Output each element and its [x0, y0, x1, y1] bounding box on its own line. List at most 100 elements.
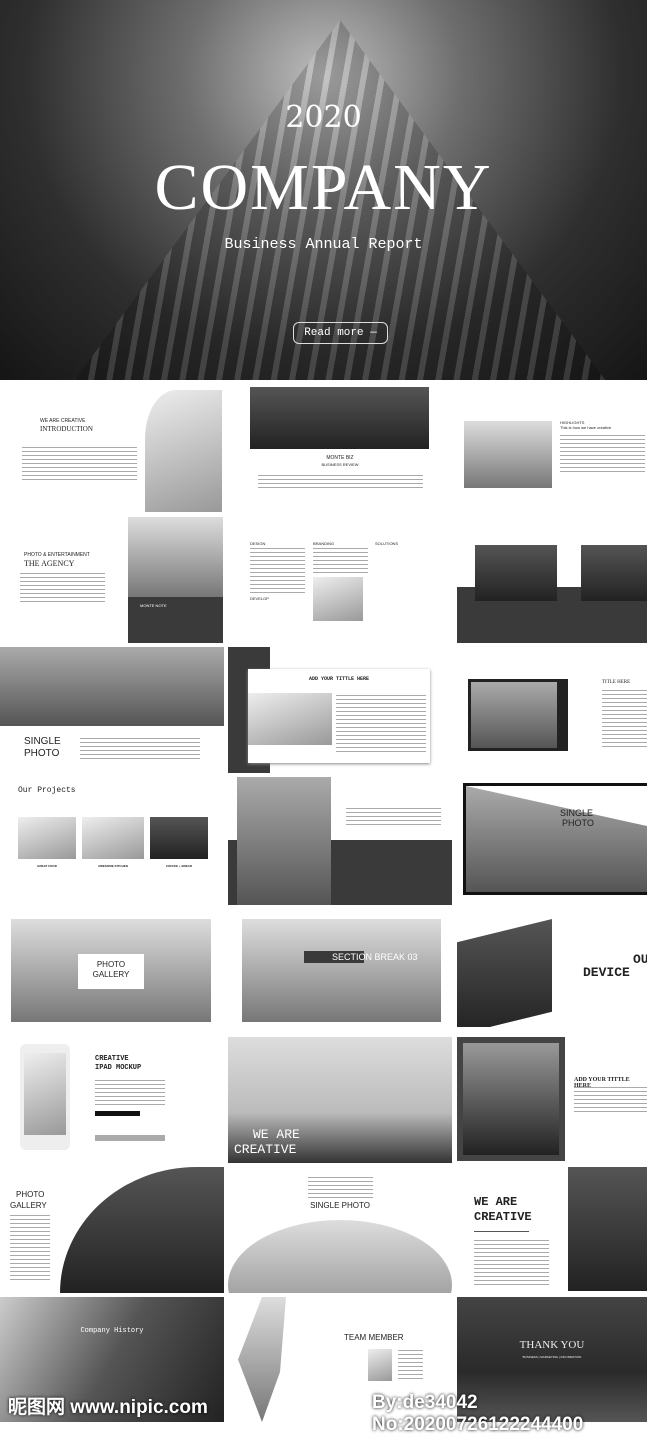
slide-single-photo-2[interactable]: SINGLE PHOTO — [457, 775, 647, 905]
slide-services[interactable]: DESIGN BRANDING SOLUTIONS DEVELOP — [228, 515, 452, 643]
panel — [95, 1111, 140, 1116]
body-text-block — [313, 548, 368, 573]
panel — [95, 1135, 165, 1141]
slide-title: WE ARE — [253, 1127, 300, 1142]
project-photo — [150, 817, 208, 859]
body-text-block — [560, 435, 645, 475]
slide-animals[interactable] — [457, 515, 647, 643]
slide-photo-gallery[interactable]: PHOTO GALLERY — [0, 915, 224, 1027]
slide-ipad-mockup[interactable]: CREATIVE IPAD MOCKUP — [0, 1035, 224, 1163]
watermark-right: By:de34042 No:20200726122244400 — [372, 1392, 584, 1435]
column-title: DEVELOP — [250, 596, 269, 601]
slide-add-title[interactable]: ADD YOUR TITTLE HERE — [228, 645, 452, 773]
body-text-block — [80, 738, 200, 760]
body-text-block — [336, 695, 426, 755]
body-text-block — [574, 1087, 647, 1115]
coast-photo — [0, 647, 224, 726]
body-text-block — [346, 808, 441, 826]
body-text-block — [258, 475, 423, 491]
rhino-photo — [475, 545, 557, 601]
slide-subtitle: BUSINESS | MARKETING | INFORMATION — [522, 1355, 582, 1359]
panel — [474, 1231, 529, 1232]
project-photo — [82, 817, 144, 859]
slide-monte-biz[interactable]: MONTE BIZ BUSINESS REVIEW — [228, 385, 452, 513]
slide-photo-gallery-2[interactable]: PHOTO GALLERY — [0, 1165, 224, 1293]
slide-title: SINGLE — [560, 808, 594, 818]
portrait-photo — [145, 390, 222, 512]
body-text-block — [474, 1240, 549, 1285]
slide-title: GALLERY — [10, 1201, 47, 1210]
slide-title: PHOTO — [96, 960, 126, 969]
slide-title: PHOTO — [16, 1190, 45, 1199]
project-name: AWESOME KITCHEN — [98, 864, 128, 868]
hero-year: 2020 — [285, 100, 362, 135]
lake-photo — [128, 517, 223, 597]
striped-photo — [457, 919, 552, 1027]
slide-title: GALLERY — [92, 970, 130, 979]
zebra-photo — [581, 545, 647, 601]
mountain-photo — [228, 1220, 452, 1293]
slide-we-are-creative-2[interactable]: WE ARE CREATIVE — [457, 1165, 647, 1293]
member-photo — [368, 1349, 392, 1381]
body-text-block — [250, 548, 305, 593]
column-title: SOLUTIONS — [375, 541, 399, 546]
slide-add-title-2[interactable]: ADD YOUR TITTLE HERE — [457, 1035, 647, 1163]
pier-photo — [471, 682, 557, 748]
body-text-block — [10, 1215, 50, 1280]
slide-title: ADD YOUR TITTLE HERE — [308, 676, 369, 682]
column-title: DESIGN — [250, 541, 266, 546]
slide-title: Company History — [80, 1327, 144, 1335]
body-text-block — [95, 1080, 165, 1108]
slide-our-projects[interactable]: Our Projects GREAT FOOD AWESOME KITCHEN … — [0, 775, 224, 905]
slide-subtitle: This is how we have creative — [560, 425, 612, 430]
slide-single-photo-3[interactable]: SINGLE PHOTO — [228, 1165, 452, 1293]
slide-title: DEVICE — [583, 965, 630, 980]
slide-title: CREATIVE — [474, 1210, 532, 1224]
body-text-block — [602, 690, 647, 750]
ipad-screen-photo — [24, 1053, 66, 1135]
slide-beach-text[interactable] — [228, 775, 452, 905]
slide-kicker: WE ARE CREATIVE — [40, 418, 86, 424]
forest-photo — [242, 919, 441, 1022]
slide-highlights[interactable]: HIGHLIGHTS This is how we have creative — [457, 385, 647, 513]
slide-we-are-creative[interactable]: WE ARE CREATIVE — [228, 1035, 452, 1163]
beach-photo — [237, 777, 331, 905]
slide-kicker: PHOTO & ENTERTAINMENT — [24, 552, 90, 558]
slide-title: PHOTO — [562, 818, 594, 828]
slide-title: INTRODUCTION — [40, 425, 93, 433]
forest-road-photo — [60, 1167, 224, 1293]
body-text-block — [22, 447, 137, 483]
body-text-block — [20, 573, 105, 603]
slide-title: MONTE BIZ — [326, 455, 354, 461]
slide-our-devices[interactable]: OU DEVICE — [457, 915, 647, 1027]
project-name: COFFEE + BREAD — [165, 864, 193, 868]
landscape-photo — [464, 421, 552, 488]
slide-section-break[interactable]: SECTION BREAK 03 — [228, 915, 452, 1027]
slide-title-here[interactable]: TITLE HERE — [457, 645, 647, 773]
slide-title: Our Projects — [18, 786, 76, 795]
face-photo — [313, 577, 363, 621]
slide-title: PHOTO — [24, 748, 60, 759]
hero-title: COMPANY — [154, 151, 493, 224]
slide-title: SECTION BREAK 03 — [332, 952, 418, 962]
slide-title: WE ARE — [474, 1195, 518, 1209]
slide-title: SINGLE PHOTO — [310, 1201, 370, 1210]
slide-title: CREATIVE — [234, 1142, 297, 1157]
read-more-button[interactable]: Read more — — [293, 322, 388, 344]
body-text-block — [398, 1350, 423, 1380]
slide-introduction[interactable]: WE ARE CREATIVE INTRODUCTION — [0, 385, 224, 513]
road-photo — [463, 1043, 559, 1155]
slide-caption: MONTE NOTE — [140, 603, 167, 608]
hero-banner: 2020 COMPANY Business Annual Report Read… — [0, 0, 647, 380]
slide-title: TEAM MEMBER — [344, 1333, 404, 1342]
slide-title: OU — [633, 952, 647, 967]
rail-photo — [248, 693, 332, 745]
project-name: GREAT FOOD — [37, 864, 57, 868]
slide-title: CREATIVE — [95, 1055, 129, 1063]
column-title: BRANDING — [313, 541, 335, 546]
slide-agency[interactable]: PHOTO & ENTERTAINMENT THE AGENCY MONTE N… — [0, 515, 224, 643]
slide-title: TITLE HERE — [602, 680, 631, 685]
slide-single-photo[interactable]: SINGLE PHOTO — [0, 645, 224, 773]
slide-title: IPAD MOCKUP — [95, 1064, 142, 1072]
slide-title: THE AGENCY — [24, 559, 75, 568]
